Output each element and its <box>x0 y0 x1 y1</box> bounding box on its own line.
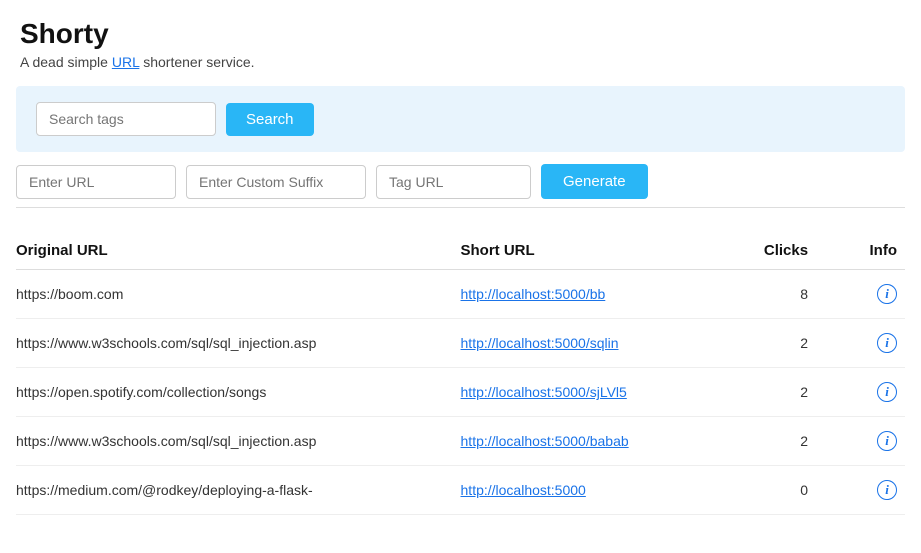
clicks-cell: 0 <box>727 466 816 515</box>
clicks-cell: 8 <box>727 270 816 319</box>
clicks-cell: 2 <box>727 368 816 417</box>
url-form-section: Generate <box>0 164 921 199</box>
original-url-cell: https://www.w3schools.com/sql/sql_inject… <box>16 417 461 466</box>
info-icon[interactable]: i <box>877 333 897 353</box>
short-url-link[interactable]: http://localhost:5000/sqlin <box>461 335 619 351</box>
search-button[interactable]: Search <box>226 103 314 136</box>
urls-table: Original URL Short URL Clicks Info https… <box>16 232 905 515</box>
short-url-cell: http://localhost:5000/babab <box>461 417 728 466</box>
col-header-original-url: Original URL <box>16 232 461 270</box>
table-row: https://boom.comhttp://localhost:5000/bb… <box>16 270 905 319</box>
generate-button[interactable]: Generate <box>541 164 648 199</box>
short-url-cell: http://localhost:5000/sqlin <box>461 319 728 368</box>
info-cell: i <box>816 319 905 368</box>
table-row: https://www.w3schools.com/sql/sql_inject… <box>16 417 905 466</box>
short-url-link[interactable]: http://localhost:5000 <box>461 482 586 498</box>
info-cell: i <box>816 466 905 515</box>
original-url-cell: https://open.spotify.com/collection/song… <box>16 368 461 417</box>
app-title: Shorty <box>20 18 901 50</box>
search-tags-input[interactable] <box>36 102 216 136</box>
info-cell: i <box>816 368 905 417</box>
divider <box>16 207 905 208</box>
custom-suffix-input[interactable] <box>186 165 366 199</box>
info-cell: i <box>816 417 905 466</box>
info-icon[interactable]: i <box>877 480 897 500</box>
info-icon[interactable]: i <box>877 431 897 451</box>
tag-url-input[interactable] <box>376 165 531 199</box>
info-icon[interactable]: i <box>877 284 897 304</box>
info-cell: i <box>816 270 905 319</box>
table-row: https://open.spotify.com/collection/song… <box>16 368 905 417</box>
table-section: Original URL Short URL Clicks Info https… <box>0 218 921 515</box>
app-subtitle: A dead simple URL shortener service. <box>20 54 901 70</box>
short-url-cell: http://localhost:5000/sjLVl5 <box>461 368 728 417</box>
original-url-cell: https://boom.com <box>16 270 461 319</box>
table-row: https://www.w3schools.com/sql/sql_inject… <box>16 319 905 368</box>
short-url-link[interactable]: http://localhost:5000/babab <box>461 433 629 449</box>
col-header-info: Info <box>816 232 905 270</box>
header: Shorty A dead simple URL shortener servi… <box>0 0 921 74</box>
table-row: https://medium.com/@rodkey/deploying-a-f… <box>16 466 905 515</box>
short-url-cell: http://localhost:5000 <box>461 466 728 515</box>
enter-url-input[interactable] <box>16 165 176 199</box>
original-url-cell: https://www.w3schools.com/sql/sql_inject… <box>16 319 461 368</box>
url-highlight: URL <box>112 54 140 70</box>
short-url-cell: http://localhost:5000/bb <box>461 270 728 319</box>
search-section: Search <box>16 86 905 152</box>
short-url-link[interactable]: http://localhost:5000/bb <box>461 286 606 302</box>
clicks-cell: 2 <box>727 319 816 368</box>
col-header-clicks: Clicks <box>727 232 816 270</box>
info-icon[interactable]: i <box>877 382 897 402</box>
original-url-cell: https://medium.com/@rodkey/deploying-a-f… <box>16 466 461 515</box>
col-header-short-url: Short URL <box>461 232 728 270</box>
clicks-cell: 2 <box>727 417 816 466</box>
short-url-link[interactable]: http://localhost:5000/sjLVl5 <box>461 384 627 400</box>
